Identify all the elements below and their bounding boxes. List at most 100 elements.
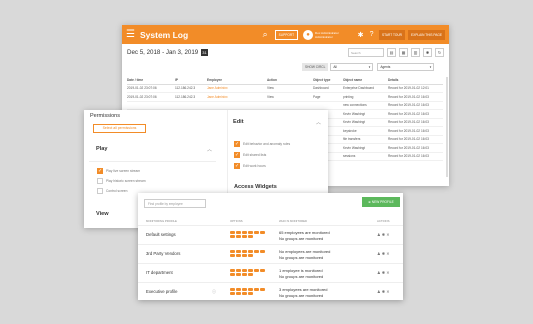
table-cell: Record for 2019-01-02 12:01 bbox=[388, 84, 443, 93]
option-icon bbox=[230, 292, 235, 295]
option-icon bbox=[236, 254, 241, 257]
export-icon[interactable]: ▤ bbox=[387, 48, 396, 57]
permission-option[interactable]: ✓ Edit work hours bbox=[234, 163, 266, 169]
delete-icon[interactable]: ✕ bbox=[386, 251, 389, 256]
checkbox-checked-icon[interactable]: ✓ bbox=[97, 168, 103, 174]
table-header-row: Date / time IP Employee Action Object ty… bbox=[127, 77, 443, 85]
user-icon[interactable]: ♟ bbox=[377, 289, 381, 294]
col-ip[interactable]: IP bbox=[175, 77, 207, 85]
settings-icon[interactable]: ✱ bbox=[382, 270, 385, 275]
col-employee[interactable]: Employee bbox=[207, 77, 267, 85]
delete-icon[interactable]: ✕ bbox=[386, 232, 389, 237]
user-menu[interactable]: ● Doc Administrator Administrator bbox=[303, 29, 355, 40]
avatar: ● bbox=[303, 29, 314, 40]
table-cell bbox=[313, 101, 343, 110]
hamburger-menu-icon[interactable]: ☰ bbox=[126, 29, 140, 40]
help-icon[interactable]: ? bbox=[366, 31, 377, 38]
view-label[interactable]: View bbox=[96, 211, 109, 217]
profile-row[interactable]: Default settings 65 employees are monitor… bbox=[138, 225, 403, 244]
profile-name[interactable]: Default settings bbox=[146, 232, 176, 237]
date-range[interactable]: Dec 5, 2018 - Jan 3, 2019 bbox=[127, 49, 198, 56]
col-object-name[interactable]: Object name bbox=[343, 77, 388, 85]
option-icon bbox=[254, 288, 259, 291]
checkbox-checked-icon[interactable]: ✓ bbox=[234, 152, 240, 158]
profile-row[interactable]: IT department 1 employee is monitored No g… bbox=[138, 263, 403, 282]
col-datetime[interactable]: Date / time bbox=[127, 77, 175, 85]
row-actions: ♟ ✱ ✕ bbox=[377, 270, 390, 275]
table-row[interactable]: 2019-01-02 23:07:06 112.186.242.3 Jane Adm… bbox=[127, 92, 443, 102]
option-icon bbox=[230, 250, 235, 253]
chevron-up-icon[interactable]: ︿ bbox=[207, 146, 212, 153]
circle-select-value: All bbox=[333, 65, 337, 69]
profile-row[interactable]: Executive profile ⓘ 3 employees are monito… bbox=[138, 282, 403, 300]
info-icon[interactable]: ⓘ bbox=[212, 289, 216, 295]
profile-name[interactable]: IT department bbox=[146, 270, 173, 275]
col-object-type[interactable]: Object type bbox=[313, 77, 343, 85]
permission-option[interactable]: ✓ Edit shared lists bbox=[234, 152, 266, 158]
profile-row[interactable]: 3rd Party Vendors No employees are monito… bbox=[138, 244, 403, 263]
table-row[interactable]: 2019-01-02 23:07:06 112.186.242.3 Jane Adm… bbox=[127, 84, 443, 93]
table-cell[interactable]: Jane Adminixx bbox=[207, 84, 267, 93]
user-icon[interactable]: ♟ bbox=[377, 251, 381, 256]
settings-icon[interactable]: ✱ bbox=[355, 31, 366, 39]
option-icon bbox=[248, 288, 253, 291]
settings-gear-icon[interactable]: ✱ bbox=[423, 48, 432, 57]
option-icon bbox=[242, 269, 247, 272]
user-icon[interactable]: ♟ bbox=[377, 270, 381, 275]
table-cell: 2019-01-02 23:07:06 bbox=[127, 84, 175, 93]
table-cell: Page bbox=[313, 92, 343, 102]
chevron-down-icon: ▾ bbox=[429, 65, 432, 69]
permission-option[interactable]: Control screen bbox=[97, 188, 127, 194]
profile-name[interactable]: Executive profile bbox=[146, 289, 178, 294]
search-icon[interactable]: ⌕ bbox=[263, 29, 275, 40]
circle-select[interactable]: All ▾ bbox=[330, 63, 374, 71]
page-title: System Log bbox=[140, 29, 189, 40]
table-cell bbox=[127, 101, 175, 110]
delete-icon[interactable]: ✕ bbox=[386, 289, 389, 294]
pdf-icon[interactable]: ▦ bbox=[399, 48, 408, 57]
explain-page-button[interactable]: EXPLAIN THIS PAGE bbox=[407, 29, 445, 40]
new-profile-button[interactable]: ⊕ NEW PROFILE bbox=[362, 197, 400, 207]
show-circles-label: SHOW CIRCL bbox=[302, 63, 329, 71]
refresh-icon[interactable]: ↻ bbox=[435, 48, 444, 57]
profile-search-input[interactable]: Find profile by employee bbox=[144, 199, 206, 208]
permission-option[interactable]: Play historic screen stream bbox=[97, 178, 146, 184]
permission-option[interactable]: ✓ Play live screen stream bbox=[97, 168, 140, 174]
table-cell[interactable] bbox=[207, 101, 267, 110]
option-icon bbox=[242, 235, 247, 238]
settings-icon[interactable]: ✱ bbox=[382, 251, 385, 256]
col-action[interactable]: Action bbox=[267, 77, 313, 85]
chevron-up-icon[interactable]: ︿ bbox=[316, 119, 321, 126]
access-widgets-label[interactable]: Access Widgets bbox=[234, 184, 277, 190]
edit-label[interactable]: Edit bbox=[233, 119, 244, 125]
table-cell: 112.186.242.3 bbox=[175, 92, 207, 102]
scrollbar[interactable] bbox=[446, 77, 448, 177]
select-all-button[interactable]: Select all permissions bbox=[93, 124, 146, 133]
user-icon[interactable]: ♟ bbox=[377, 232, 381, 237]
agents-select[interactable]: Agents ▾ bbox=[377, 63, 435, 71]
option-icon bbox=[260, 250, 265, 253]
checkbox-checked-icon[interactable]: ✓ bbox=[234, 163, 240, 169]
table-cell[interactable]: Jane Adminixx bbox=[207, 92, 267, 102]
calendar-icon[interactable]: 31 bbox=[201, 49, 208, 56]
table-cell: file transfers bbox=[343, 135, 388, 144]
profile-name[interactable]: 3rd Party Vendors bbox=[146, 251, 180, 256]
col-details[interactable]: Details bbox=[388, 77, 443, 85]
option-icon bbox=[236, 273, 241, 276]
settings-icon[interactable]: ✱ bbox=[382, 232, 385, 237]
option-icon bbox=[248, 231, 253, 234]
play-section-header[interactable]: Play ︿ bbox=[89, 140, 216, 162]
start-tour-button[interactable]: START TOUR bbox=[379, 29, 405, 40]
profile-options-icons bbox=[230, 269, 268, 277]
checkbox-icon[interactable] bbox=[97, 178, 103, 184]
table-row[interactable]: new connections Record for 2019-01-02 16:… bbox=[127, 101, 443, 110]
search-input[interactable]: Search bbox=[348, 48, 384, 57]
permission-option[interactable]: ✓ Edit behavior and anomaly rules bbox=[234, 141, 290, 147]
table-cell: Record for 2019-01-02 16:03 bbox=[388, 118, 443, 127]
columns-icon[interactable]: ▥ bbox=[411, 48, 420, 57]
support-button[interactable]: SUPPORT bbox=[274, 29, 299, 40]
checkbox-icon[interactable] bbox=[97, 188, 103, 194]
checkbox-checked-icon[interactable]: ✓ bbox=[234, 141, 240, 147]
settings-icon[interactable]: ✱ bbox=[382, 289, 385, 294]
delete-icon[interactable]: ✕ bbox=[386, 270, 389, 275]
